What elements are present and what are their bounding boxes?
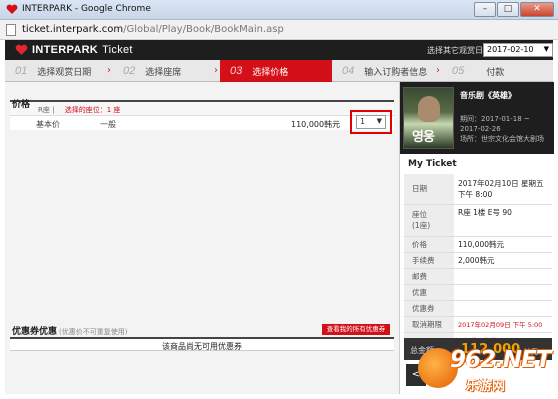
url-path: /Global/Play/Book/BookMain.asp — [123, 24, 284, 35]
close-button[interactable]: ✕ — [520, 2, 554, 17]
show-card: 영웅 音乐剧《英雄》 期间：2017-01-18 ~ 2017-02-26 场所… — [400, 82, 554, 154]
row-key: 邮费 — [404, 268, 454, 285]
window-title: INTERPARK - Google Chrome — [22, 4, 151, 14]
url-host: ticket.interpark.com — [22, 24, 124, 35]
coupon-section-title: 优惠券优惠 (优惠价不可重复使用) — [12, 324, 127, 337]
date-value: 2017-02-10 — [487, 45, 534, 54]
selected-seats: 选择的座位：1 座 — [64, 106, 121, 114]
maximize-button[interactable]: □ — [497, 2, 519, 17]
row-value: 2,000韩元 — [454, 252, 552, 269]
row-key: 日期 — [404, 174, 454, 205]
seat-grade-row: R座 | 选择的座位：1 座 — [10, 102, 394, 116]
ticket-row-price: 价格 110,000韩元 — [404, 236, 552, 253]
interpark-heart-icon — [6, 4, 18, 15]
step-select-price[interactable]: 03 选择价格 — [220, 60, 332, 82]
my-ticket-title: My Ticket — [408, 159, 457, 169]
ticket-row-fee: 手续费 2,000韩元 — [404, 252, 552, 269]
row-value — [454, 268, 552, 285]
show-poster: 영웅 — [403, 87, 454, 149]
row-value: 2017年02月10日 星期五 下午 8:00 — [454, 174, 552, 205]
price-name: 一般 — [100, 120, 116, 129]
watermark-sub: 乐游网 — [466, 379, 506, 394]
step-label: 选择价格 — [252, 67, 289, 78]
view-coupons-button[interactable]: 查看我的所有优惠券 — [322, 324, 390, 335]
step-label: 选择观赏日期 — [37, 67, 92, 78]
chevron-right-icon: › — [214, 65, 218, 76]
coupon-note: (优惠价不可重复使用) — [59, 328, 128, 336]
watermark-logo: 962.NET 乐游网 — [418, 344, 554, 394]
window-titlebar: INTERPARK - Google Chrome – □ ✕ — [0, 0, 558, 20]
brand-sub: Ticket — [102, 44, 133, 56]
step-label: 选择座席 — [145, 67, 182, 78]
ticket-row-seat: 座位 (1座) R座 1楼 E号 90 — [404, 204, 552, 237]
step-number: 04 — [342, 65, 355, 77]
ticket-row-coupon: 优惠券 — [404, 300, 552, 317]
show-period: 期间：2017-01-18 ~ 2017-02-26 — [460, 115, 530, 133]
ticket-row-date: 日期 2017年02月10日 星期五 下午 8:00 — [404, 174, 552, 205]
step-buyer-info[interactable]: 04 输入订购者信息 › — [332, 60, 442, 82]
date-select[interactable]: 2017-02-10 ▼ — [483, 43, 553, 57]
step-select-date[interactable]: 01 选择观赏日期 › — [5, 60, 113, 82]
brand-heart-icon — [15, 44, 28, 55]
brand-name: INTERPARK — [32, 44, 99, 56]
ticket-row-cancel-deadline: 取消期限 2017年02月09日 下午 5:00 — [404, 316, 552, 333]
url-text[interactable]: ticket.interpark.com/Global/Play/Book/Bo… — [22, 24, 284, 35]
brand-logo[interactable]: INTERPARK Ticket — [32, 44, 133, 56]
minimize-button[interactable]: – — [474, 2, 496, 17]
row-value: R座 1楼 E号 90 — [454, 204, 552, 237]
page-icon — [6, 24, 16, 36]
row-key: 优惠 — [404, 284, 454, 301]
step-number: 01 — [15, 65, 28, 77]
chevron-down-icon: ▼ — [376, 117, 382, 125]
row-key: 价格 — [404, 236, 454, 253]
ticket-row-discount: 优惠 — [404, 284, 552, 301]
chevron-down-icon: ▼ — [543, 45, 549, 53]
step-number: 02 — [123, 65, 136, 77]
step-number: 05 — [452, 65, 465, 77]
address-bar[interactable]: ticket.interpark.com/Global/Play/Book/Bo… — [0, 20, 558, 40]
coupon-empty-message: 该商品尚无可用优惠券 — [10, 337, 394, 351]
step-label: 输入订购者信息 — [364, 67, 428, 78]
step-payment[interactable]: 05 付款 — [442, 60, 553, 82]
ticket-row-postage: 邮费 — [404, 268, 552, 285]
step-number: 03 — [230, 65, 243, 77]
quantity-value: 1 — [360, 117, 366, 126]
row-value: 110,000韩元 — [454, 236, 552, 253]
show-info: 期间：2017-01-18 ~ 2017-02-26 场所：世宗文化会馆大剧场 — [460, 114, 552, 144]
row-value: 2017年02月09日 下午 5:00 — [454, 316, 552, 333]
price-type: 基本价 — [36, 120, 60, 129]
step-label: 付款 — [486, 67, 505, 78]
seat-divider: | — [52, 106, 55, 114]
price-row: 基本价 一般 110,000韩元 1 ▼ — [10, 110, 394, 134]
booking-steps: 01 选择观赏日期 › 02 选择座席 › 03 选择价格 04 输入订购者信息… — [5, 60, 553, 82]
row-key: 取消期限 — [404, 316, 454, 333]
show-title: 音乐剧《英雄》 — [460, 91, 516, 100]
seat-grade: R座 — [38, 106, 50, 114]
show-venue: 场所：世宗文化会馆大剧场 — [460, 135, 544, 143]
price-panel: R座 | 选择的座位：1 座 基本价 一般 110,000韩元 1 ▼ — [10, 100, 394, 134]
chevron-right-icon: › — [107, 65, 111, 76]
chevron-right-icon: › — [436, 65, 440, 76]
other-date-label: 选择其它观赏日期 — [427, 46, 491, 55]
row-key: 优惠券 — [404, 300, 454, 317]
site-header: INTERPARK Ticket 选择其它观赏日期 2017-02-10 ▼ — [5, 40, 553, 60]
watermark-text: 962.NET — [450, 347, 551, 373]
row-value — [454, 284, 552, 301]
row-key: 手续费 — [404, 252, 454, 269]
row-value — [454, 300, 552, 317]
row-key: 座位 (1座) — [404, 204, 454, 237]
quantity-highlight: 1 ▼ — [350, 110, 392, 134]
price-amount: 110,000韩元 — [291, 120, 341, 129]
my-ticket-table: 日期 2017年02月10日 星期五 下午 8:00 座位 (1座) R座 1楼 E… — [404, 174, 552, 360]
quantity-select[interactable]: 1 ▼ — [356, 115, 386, 129]
step-select-seat[interactable]: 02 选择座席 › — [113, 60, 220, 82]
poster-title: 영웅 — [412, 130, 435, 145]
coupon-title: 优惠券优惠 — [12, 327, 58, 337]
price-section-title: 价格 — [12, 100, 31, 110]
poster-face — [418, 96, 440, 122]
